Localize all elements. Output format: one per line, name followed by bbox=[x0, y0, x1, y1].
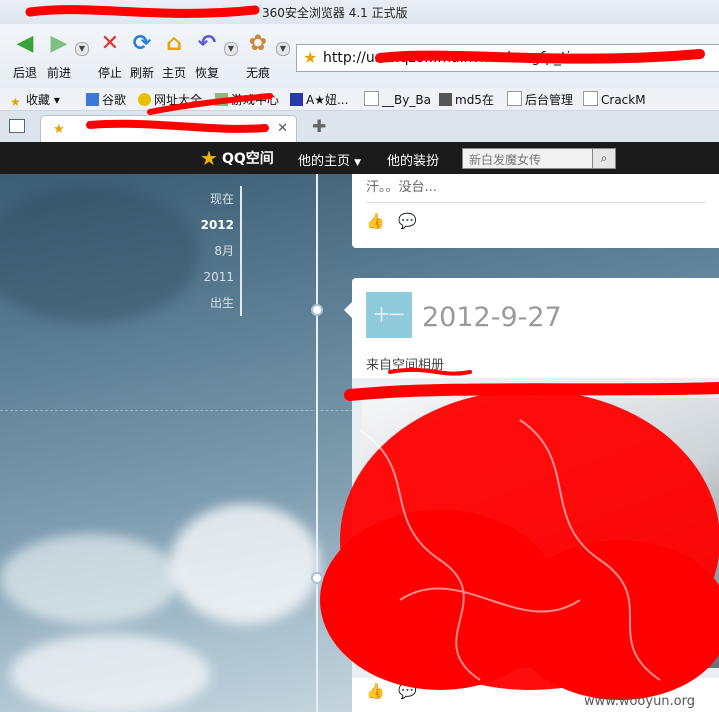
timeline-node bbox=[311, 304, 323, 316]
window-title-bar: 360安全浏览器 4.1 正式版 bbox=[0, 0, 719, 24]
back-arrow-icon: ◀ bbox=[16, 31, 34, 56]
stop-button[interactable]: ✕ 停止 bbox=[93, 32, 127, 81]
tab-active[interactable]: ★ ✕ bbox=[40, 115, 297, 143]
nav-dress[interactable]: 他的装扮 bbox=[387, 150, 439, 169]
favorite-by-ba[interactable]: __By_Ba bbox=[364, 91, 431, 107]
photo-image bbox=[362, 398, 719, 668]
card-pointer bbox=[344, 302, 352, 318]
star-icon: ★ bbox=[10, 95, 21, 109]
close-tab-icon[interactable]: ✕ bbox=[277, 121, 288, 136]
year-item[interactable]: 8月 bbox=[190, 238, 240, 264]
year-navigation: 现在 2012 8月 2011 出生 bbox=[190, 186, 242, 316]
album-photo[interactable] bbox=[352, 378, 719, 678]
comment-icon[interactable]: 💬 bbox=[398, 212, 417, 230]
timeline-page: 现在 2012 8月 2011 出生 汗。。没台... 👍 💬 十一 2012-… bbox=[0, 174, 719, 712]
qzone-star-icon: ★ bbox=[200, 146, 218, 170]
page-icon bbox=[364, 91, 379, 106]
restore-dropdown-icon[interactable]: ▼ bbox=[224, 42, 238, 56]
grid-icon bbox=[439, 93, 452, 106]
window-title: 360安全浏览器 4.1 正式版 bbox=[262, 6, 408, 20]
favorite-baidu[interactable]: A★妞... bbox=[290, 91, 348, 108]
date-icon: 十一 bbox=[366, 292, 412, 338]
year-item[interactable]: 2011 bbox=[190, 264, 240, 290]
favorite-md5[interactable]: md5在 bbox=[439, 91, 494, 108]
year-item[interactable]: 现在 bbox=[190, 186, 240, 212]
favorite-site-directory[interactable]: 网址大全 bbox=[138, 91, 202, 108]
home-button[interactable]: ⌂ 主页 bbox=[157, 32, 191, 81]
caret-down-icon: ▼ bbox=[354, 158, 362, 168]
qzone-nav-bar: ★ QQ空间 他的主页 ▼ 他的装扮 新白发魔女传 ⌕ bbox=[0, 142, 719, 174]
cloud bbox=[0, 534, 180, 624]
feed-card: 十一 2012-9-27 来自空间相册 👍 💬 bbox=[344, 278, 719, 712]
home-icon: ⌂ bbox=[166, 31, 182, 56]
address-url[interactable]: http://user.qzo...main?mode=gfp_tim bbox=[323, 50, 584, 66]
post-text: 汗。。没台... bbox=[366, 180, 437, 195]
qzone-star-icon: ★ bbox=[53, 122, 65, 137]
undo-icon: ↶ bbox=[197, 31, 217, 56]
post-date: 2012-9-27 bbox=[422, 302, 562, 333]
stop-icon: ✕ bbox=[100, 31, 120, 56]
refresh-icon: ⟳ bbox=[132, 31, 152, 56]
nav-home-menu[interactable]: 他的主页 ▼ bbox=[298, 150, 361, 169]
game-icon bbox=[215, 93, 228, 106]
favorites-menu[interactable]: ★ 收藏 ▾ bbox=[10, 91, 60, 109]
like-icon[interactable]: 👍 bbox=[366, 212, 385, 230]
favorite-crackm[interactable]: CrackM bbox=[583, 91, 646, 107]
timeline-node bbox=[311, 572, 323, 584]
site-directory-icon bbox=[138, 93, 151, 106]
forward-dropdown-icon[interactable]: ▼ bbox=[75, 42, 89, 56]
qzone-search-input[interactable]: 新白发魔女传 bbox=[462, 148, 594, 169]
incognito-button[interactable]: ✿ 无痕 bbox=[241, 32, 275, 81]
new-tab-icon[interactable]: ✚ bbox=[312, 117, 326, 137]
forward-arrow-icon: ▶ bbox=[50, 31, 68, 56]
paw-icon: ✿ bbox=[248, 31, 268, 56]
cloud bbox=[10, 634, 210, 712]
tab-bar: ★ ✕ ✚ bbox=[0, 111, 719, 143]
refresh-button[interactable]: ⟳ 刷新 bbox=[125, 32, 159, 81]
feed-card: 汗。。没台... 👍 💬 bbox=[352, 174, 719, 248]
qzone-logo[interactable]: ★ QQ空间 bbox=[200, 146, 274, 170]
google-icon bbox=[86, 93, 99, 106]
forward-button[interactable]: ▶ 前进 bbox=[42, 32, 76, 81]
search-icon[interactable]: ⌕ bbox=[592, 148, 616, 169]
favorite-game-center[interactable]: 游戏中心 bbox=[215, 91, 279, 108]
year-item[interactable]: 出生 bbox=[190, 290, 240, 316]
address-bar[interactable]: ★ http://user.qzo...main?mode=gfp_tim bbox=[296, 44, 719, 72]
incognito-dropdown-icon[interactable]: ▼ bbox=[276, 42, 290, 56]
page-icon bbox=[583, 91, 598, 106]
bookmark-star-icon[interactable]: ★ bbox=[303, 48, 317, 67]
cloud bbox=[0, 184, 200, 324]
sidebar-toggle-icon[interactable] bbox=[9, 119, 25, 133]
watermark-site: www.wooyun.org bbox=[584, 694, 696, 709]
comment-icon[interactable]: 💬 bbox=[398, 682, 417, 700]
timeline-axis bbox=[316, 174, 318, 712]
paw-icon bbox=[290, 93, 303, 106]
favorite-admin[interactable]: 后台管理 bbox=[507, 91, 573, 108]
restore-button[interactable]: ↶ 恢复 bbox=[190, 32, 224, 81]
back-button[interactable]: ◀ 后退 bbox=[8, 32, 42, 81]
favorite-google[interactable]: 谷歌 bbox=[86, 91, 126, 108]
cloud bbox=[170, 504, 320, 624]
like-icon[interactable]: 👍 bbox=[366, 682, 385, 700]
year-item-active[interactable]: 2012 bbox=[190, 212, 240, 238]
divider bbox=[366, 202, 706, 203]
post-source[interactable]: 来自空间相册 bbox=[366, 354, 444, 373]
favorites-bar: ★ 收藏 ▾ 谷歌 网址大全 游戏中心 A★妞... __By_Ba md5在 后… bbox=[0, 88, 719, 111]
page-icon bbox=[507, 91, 522, 106]
